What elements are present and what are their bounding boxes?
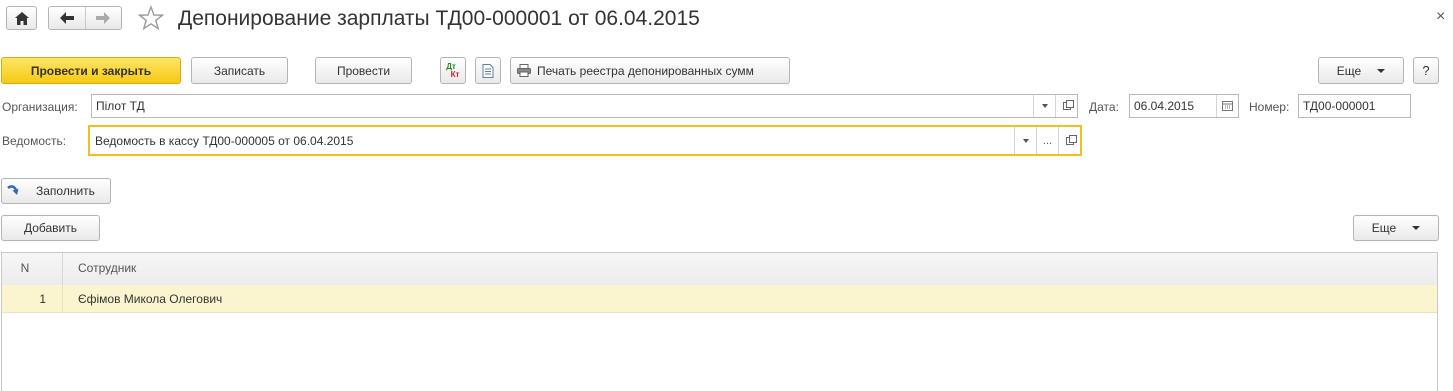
number-value: ТД00-000001 [1303, 99, 1376, 113]
post-and-close-button[interactable]: Провести и закрыть [1, 57, 181, 84]
nav-group [48, 6, 122, 30]
kt-label: Кт [450, 69, 460, 79]
table-more-button[interactable]: Еще [1353, 215, 1439, 241]
dropdown-arrow-icon [1412, 226, 1421, 230]
more-button[interactable]: Еще [1318, 57, 1404, 84]
organization-field[interactable]: Пілот ТД [91, 94, 1078, 118]
open-icon[interactable] [1058, 127, 1080, 154]
organization-value: Пілот ТД [96, 99, 145, 113]
dropdown-arrow-icon[interactable] [1033, 95, 1055, 117]
fill-label: Заполнить [36, 184, 95, 198]
table-header: N Сотрудник [2, 253, 1437, 286]
help-button[interactable]: ? [1413, 57, 1439, 84]
organization-label: Организация: [2, 100, 78, 114]
document-icon [482, 63, 494, 78]
dt-kt-icon: Дт Кт [446, 62, 460, 79]
date-field[interactable]: 06.04.2015 [1129, 94, 1239, 118]
employees-table: N Сотрудник 1 Єфімов Микола Олегович [1, 252, 1438, 391]
arrow-right-icon [96, 12, 111, 24]
table-more-label: Еще [1371, 221, 1397, 235]
row-separator [62, 285, 63, 313]
document-button[interactable] [475, 57, 501, 84]
number-field[interactable]: ТД00-000001 [1298, 94, 1411, 118]
statement-label: Ведомость: [2, 134, 67, 148]
printer-icon [517, 64, 531, 77]
print-registry-button[interactable]: Печать реестра депонированных сумм [510, 57, 790, 84]
add-row-button[interactable]: Добавить [1, 215, 100, 241]
date-value: 06.04.2015 [1134, 99, 1195, 113]
dropdown-arrow-icon[interactable] [1014, 127, 1036, 154]
table-row[interactable]: 1 Єфімов Микола Олегович [2, 285, 1437, 313]
arrow-left-icon [59, 12, 74, 24]
column-header-employee[interactable]: Сотрудник [78, 253, 136, 285]
date-label: Дата: [1089, 100, 1119, 114]
post-button[interactable]: Провести [315, 57, 412, 84]
print-registry-label: Печать реестра депонированных сумм [537, 63, 754, 78]
fill-button[interactable]: Заполнить [1, 178, 111, 204]
window-title: Депонирование зарплаты ТД00-000001 от 06… [178, 7, 700, 30]
row-number: 1 [39, 292, 46, 306]
row-employee: Єфімов Микола Олегович [78, 292, 223, 306]
more-label: Еще [1336, 63, 1362, 78]
favorite-star-icon[interactable] [137, 5, 165, 31]
close-icon[interactable]: × [1436, 8, 1445, 26]
home-icon [14, 11, 29, 25]
dt-kt-button[interactable]: Дт Кт [440, 57, 466, 84]
save-button[interactable]: Записать [191, 57, 288, 84]
statement-field[interactable]: Ведомость в кассу ТД00-000005 от 06.04.2… [88, 125, 1082, 156]
dropdown-arrow-icon [1377, 68, 1386, 73]
number-label: Номер: [1249, 100, 1290, 114]
column-header-n[interactable]: N [2, 253, 63, 285]
home-button[interactable] [6, 6, 37, 30]
forward-button[interactable] [86, 7, 122, 29]
back-button[interactable] [49, 7, 86, 29]
select-dots-button[interactable]: ... [1036, 127, 1058, 154]
fill-arrow-icon [7, 185, 19, 195]
calendar-icon[interactable] [1216, 95, 1238, 117]
open-icon[interactable] [1055, 95, 1077, 117]
statement-value: Ведомость в кассу ТД00-000005 от 06.04.2… [95, 133, 354, 148]
